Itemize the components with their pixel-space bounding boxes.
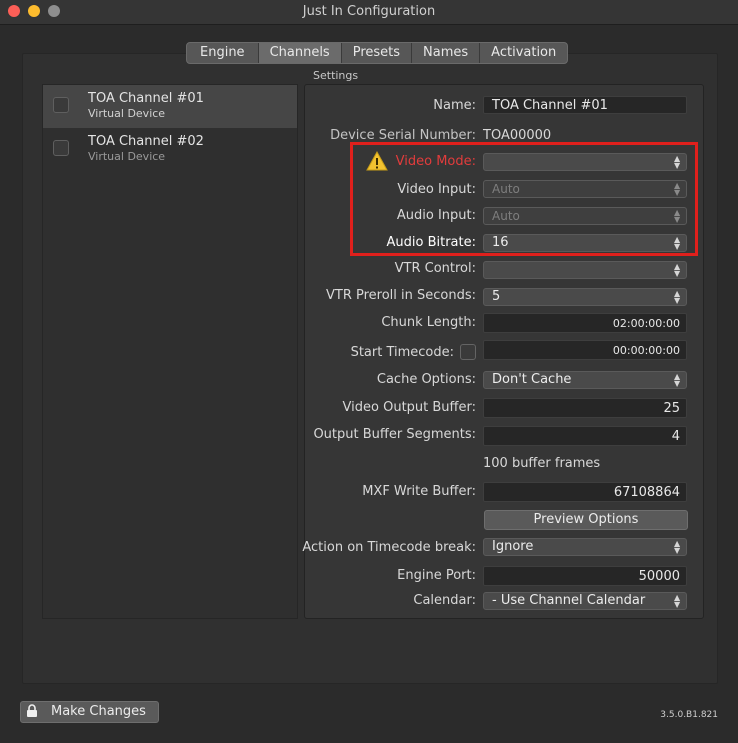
serial-value: TOA00000: [483, 128, 552, 143]
tab-channels[interactable]: Channels: [257, 43, 341, 63]
version-label: 3.5.0.B1.821: [660, 710, 718, 720]
tab-bar: Engine Channels Presets Names Activation: [186, 42, 569, 64]
channel-list: TOA Channel #01 Virtual Device TOA Chann…: [42, 84, 298, 619]
preview-options-button[interactable]: Preview Options: [484, 510, 688, 530]
cache-options-label: Cache Options:: [376, 372, 476, 387]
tab-activation[interactable]: Activation: [479, 43, 567, 63]
timecode-break-popup[interactable]: Ignore ▲ ▼: [483, 538, 687, 556]
calendar-value: - Use Channel Calendar: [492, 593, 646, 608]
vtr-control-label: VTR Control:: [394, 261, 476, 276]
updown-arrows-icon: ▲ ▼: [674, 593, 681, 609]
vtr-control-popup[interactable]: ▲ ▼: [483, 261, 687, 279]
settings-caption: Settings: [313, 69, 359, 82]
channel-enable-checkbox[interactable]: [53, 97, 69, 113]
channel-name: TOA Channel #02: [88, 134, 204, 149]
vtr-preroll-label: VTR Preroll in Seconds:: [325, 288, 476, 303]
channel-enable-checkbox[interactable]: [53, 140, 69, 156]
tab-presets[interactable]: Presets: [340, 43, 411, 63]
serial-label: Device Serial Number:: [330, 128, 476, 143]
start-timecode-field[interactable]: 00:00:00:00: [483, 340, 687, 360]
output-buffer-segments-label: Output Buffer Segments:: [313, 427, 476, 442]
mxf-write-buffer-field[interactable]: 67108864: [483, 482, 687, 502]
chunk-length-label: Chunk Length:: [381, 315, 476, 330]
channel-device-type: Virtual Device: [88, 107, 166, 120]
calendar-popup[interactable]: - Use Channel Calendar ▲ ▼: [483, 592, 687, 610]
updown-arrows-icon: ▲ ▼: [674, 262, 681, 278]
channel-list-item[interactable]: TOA Channel #02 Virtual Device: [43, 128, 297, 171]
timecode-break-label: Action on Timecode break:: [302, 540, 476, 555]
tab-names[interactable]: Names: [411, 43, 479, 63]
start-timecode-label: Start Timecode:: [350, 345, 454, 360]
vtr-preroll-popup[interactable]: 5 ▲ ▼: [483, 288, 687, 306]
vtr-preroll-value: 5: [492, 289, 501, 304]
cache-options-popup[interactable]: Don't Cache ▲ ▼: [483, 371, 687, 389]
cache-options-value: Don't Cache: [492, 372, 572, 387]
buffer-frames-note: 100 buffer frames: [483, 456, 601, 471]
channel-device-type: Virtual Device: [88, 150, 166, 163]
name-label: Name:: [433, 98, 476, 113]
make-changes-button[interactable]: Make Changes: [20, 701, 159, 723]
mxf-write-buffer-label: MXF Write Buffer:: [362, 484, 476, 499]
window-title: Just In Configuration: [302, 4, 436, 19]
engine-port-field[interactable]: 50000: [483, 566, 687, 586]
start-timecode-checkbox[interactable]: [460, 344, 476, 360]
lock-icon: [27, 704, 37, 717]
engine-port-label: Engine Port:: [397, 568, 476, 583]
updown-arrows-icon: ▲ ▼: [674, 539, 681, 555]
timecode-break-value: Ignore: [492, 539, 534, 554]
name-field[interactable]: TOA Channel #01: [483, 96, 687, 114]
output-buffer-segments-field[interactable]: 4: [483, 426, 687, 446]
channel-list-item[interactable]: TOA Channel #01 Virtual Device: [43, 85, 297, 128]
chunk-length-field[interactable]: 02:00:00:00: [483, 313, 687, 333]
title-bar: Just In Configuration: [0, 0, 738, 25]
highlight-box: [350, 142, 698, 256]
video-output-buffer-label: Video Output Buffer:: [342, 400, 476, 415]
updown-arrows-icon: ▲ ▼: [674, 372, 681, 388]
make-changes-label: Make Changes: [51, 704, 146, 719]
channel-name: TOA Channel #01: [88, 91, 204, 106]
calendar-label: Calendar:: [413, 593, 476, 608]
tab-engine[interactable]: Engine: [187, 43, 258, 63]
updown-arrows-icon: ▲ ▼: [674, 289, 681, 305]
video-output-buffer-field[interactable]: 25: [483, 398, 687, 418]
